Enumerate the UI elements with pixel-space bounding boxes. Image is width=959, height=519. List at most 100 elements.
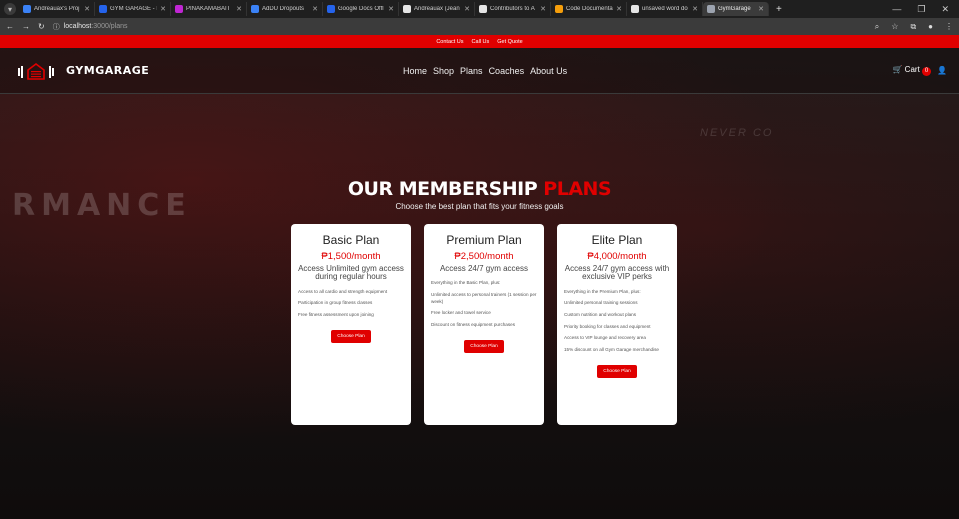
choose-plan-button[interactable]: Choose Plan bbox=[331, 329, 371, 343]
minimize-icon[interactable]: — bbox=[892, 4, 901, 15]
tab-close-icon[interactable]: ✕ bbox=[236, 5, 242, 13]
tab-title: GymGarage bbox=[718, 6, 751, 12]
plan-feature-item: Access to all cardio and strength equipm… bbox=[298, 288, 388, 294]
browser-tab[interactable]: AdDU Dropouts ✕ bbox=[247, 2, 323, 16]
tab-favicon-icon bbox=[707, 5, 715, 13]
plan-feature-item: Free fitness assessment upon joining bbox=[298, 312, 374, 318]
contact-strip: Contact Us Call Us Get Quote bbox=[0, 35, 959, 48]
plan-feature-item: Unlimited access to personal trainers (1… bbox=[431, 292, 537, 304]
tab-search-icon[interactable]: ▾ bbox=[4, 3, 16, 15]
get-quote-link[interactable]: Get Quote bbox=[497, 39, 522, 45]
tab-close-icon[interactable]: ✕ bbox=[312, 5, 318, 13]
plan-features: Everything in the Basic Plan, plus: Unlim… bbox=[431, 280, 537, 328]
cart-button[interactable]: 🛒 Cart 0 bbox=[892, 65, 932, 76]
browser-tab[interactable]: Contributors to A ✕ bbox=[475, 2, 551, 16]
plan-card: Elite Plan ₱4,000/month Access 24/7 gym ac… bbox=[557, 224, 677, 425]
tab-close-icon[interactable]: ✕ bbox=[616, 5, 622, 13]
background-wall-text-right: NEVER CO bbox=[700, 127, 774, 139]
tab-list: Andreauax's Proj ✕ GYM GARAGE - P ✕ PINAKAMA… bbox=[19, 2, 769, 16]
plan-features: Everything in the Premium Plan, plus: Unl… bbox=[564, 289, 670, 354]
tab-title: GYM GARAGE - P bbox=[110, 6, 158, 12]
profile-icon[interactable]: ● bbox=[928, 22, 933, 32]
page-title-accent: PLANS bbox=[543, 178, 612, 200]
restore-icon[interactable]: ❐ bbox=[917, 4, 925, 15]
garage-logo-icon bbox=[18, 62, 54, 80]
address-bar[interactable]: ⓘ localhost:3000/plans bbox=[53, 20, 867, 33]
tab-close-icon[interactable]: ✕ bbox=[464, 5, 470, 13]
plan-name: Premium Plan bbox=[446, 233, 522, 247]
tab-title: Andreauax (Jean bbox=[414, 6, 460, 12]
nav-home[interactable]: Home bbox=[403, 66, 427, 76]
url-host: localhost bbox=[63, 23, 92, 30]
url-path: :3000/plans bbox=[91, 23, 128, 30]
browser-tab[interactable]: unsaved word do ✕ bbox=[627, 2, 703, 16]
plan-feature-item: 15% discount on all Gym Garage merchandi… bbox=[564, 347, 659, 353]
tab-favicon-icon bbox=[251, 5, 259, 13]
tab-favicon-icon bbox=[403, 5, 411, 13]
tab-close-icon[interactable]: ✕ bbox=[84, 5, 90, 13]
plan-feature-item: Discount on fitness equipment purchases bbox=[431, 322, 516, 328]
nav-coaches[interactable]: Coaches bbox=[489, 66, 525, 76]
new-tab-button[interactable]: + bbox=[776, 4, 782, 15]
plan-feature-item: Priority booking for classes and equipme… bbox=[564, 323, 651, 329]
browser-tab[interactable]: Andreauax (Jean ✕ bbox=[399, 2, 475, 16]
plan-access: Access Unlimited gym access during regul… bbox=[298, 264, 404, 282]
tab-title: Code Documenta bbox=[566, 6, 613, 12]
extensions-icon[interactable]: ⧉ bbox=[910, 22, 916, 32]
page-subtitle: Choose the best plan that fits your fitn… bbox=[395, 202, 564, 211]
toolbar-actions: ⌕ ☆ ⧉ ● ⋮ bbox=[875, 22, 953, 32]
nav-shop[interactable]: Shop bbox=[433, 66, 454, 76]
tab-close-icon[interactable]: ✕ bbox=[388, 5, 394, 13]
browser-tab[interactable]: Andreauax's Proj ✕ bbox=[19, 2, 95, 16]
browser-tab[interactable]: PINAKAMABAIT ✕ bbox=[171, 2, 247, 16]
nav-plans[interactable]: Plans bbox=[460, 66, 483, 76]
reload-icon[interactable]: ↻ bbox=[38, 22, 45, 31]
main-nav: Home Shop Plans Coaches About Us bbox=[403, 66, 567, 76]
page-viewport: RMANCE NEVER CO Contact Us Call Us Get Q… bbox=[0, 35, 959, 519]
plan-card: Basic Plan ₱1,500/month Access Unlimited g… bbox=[291, 224, 411, 425]
browser-tab[interactable]: Google Docs Offl ✕ bbox=[323, 2, 399, 16]
choose-plan-button[interactable]: Choose Plan bbox=[464, 339, 504, 353]
tab-title: AdDU Dropouts bbox=[262, 6, 305, 12]
tab-close-icon[interactable]: ✕ bbox=[692, 5, 698, 13]
bookmark-star-icon[interactable]: ☆ bbox=[891, 22, 898, 32]
tab-close-icon[interactable]: ✕ bbox=[758, 5, 764, 13]
tab-favicon-icon bbox=[479, 5, 487, 13]
choose-plan-button[interactable]: Choose Plan bbox=[597, 364, 637, 378]
nav-about-us[interactable]: About Us bbox=[530, 66, 567, 76]
plan-feature-item: Access to VIP lounge and recovery area bbox=[564, 335, 646, 341]
tab-title: Google Docs Offl bbox=[338, 6, 384, 12]
nav-actions: 🛒 Cart 0 👤 bbox=[892, 65, 947, 76]
tab-title: unsaved word do bbox=[642, 6, 688, 12]
tab-favicon-icon bbox=[631, 5, 639, 13]
menu-icon[interactable]: ⋮ bbox=[945, 22, 953, 32]
back-icon[interactable]: ← bbox=[6, 22, 14, 31]
plan-features: Access to all cardio and strength equipm… bbox=[298, 289, 404, 319]
browser-tab[interactable]: GYM GARAGE - P ✕ bbox=[95, 2, 171, 16]
plans-hero: OUR MEMBERSHIP PLANS Choose the best pla… bbox=[0, 178, 959, 211]
close-window-icon[interactable]: ✕ bbox=[941, 4, 949, 15]
logo-text: GYMGARAGE bbox=[66, 64, 150, 77]
forward-icon[interactable]: → bbox=[22, 22, 30, 31]
plan-feature-item: Custom nutrition and workout plans bbox=[564, 312, 637, 318]
browser-tab[interactable]: Code Documenta ✕ bbox=[551, 2, 627, 16]
browser-tab[interactable]: GymGarage ✕ bbox=[703, 2, 769, 16]
tab-close-icon[interactable]: ✕ bbox=[540, 5, 546, 13]
tab-favicon-icon bbox=[175, 5, 183, 13]
tab-strip: ▾ Andreauax's Proj ✕ GYM GARAGE - P ✕ PINAKA… bbox=[0, 0, 959, 18]
plan-feature-item: Free locker and towel service bbox=[431, 310, 491, 316]
tab-favicon-icon bbox=[327, 5, 335, 13]
site-info-icon[interactable]: ⓘ bbox=[53, 22, 60, 32]
zoom-icon[interactable]: ⌕ bbox=[875, 22, 879, 32]
tab-close-icon[interactable]: ✕ bbox=[160, 5, 166, 13]
site-logo[interactable]: GYMGARAGE bbox=[18, 62, 338, 80]
user-icon[interactable]: 👤 bbox=[937, 66, 947, 75]
page-title: OUR MEMBERSHIP PLANS bbox=[0, 178, 959, 200]
site-navbar: GYMGARAGE Home Shop Plans Coaches About … bbox=[0, 48, 959, 94]
cart-icon: 🛒 bbox=[892, 65, 903, 75]
contact-us-link[interactable]: Contact Us bbox=[436, 39, 463, 45]
plan-name: Basic Plan bbox=[322, 233, 380, 247]
plan-name: Elite Plan bbox=[591, 233, 643, 247]
cart-label: Cart bbox=[904, 65, 920, 75]
call-us-link[interactable]: Call Us bbox=[472, 39, 490, 45]
